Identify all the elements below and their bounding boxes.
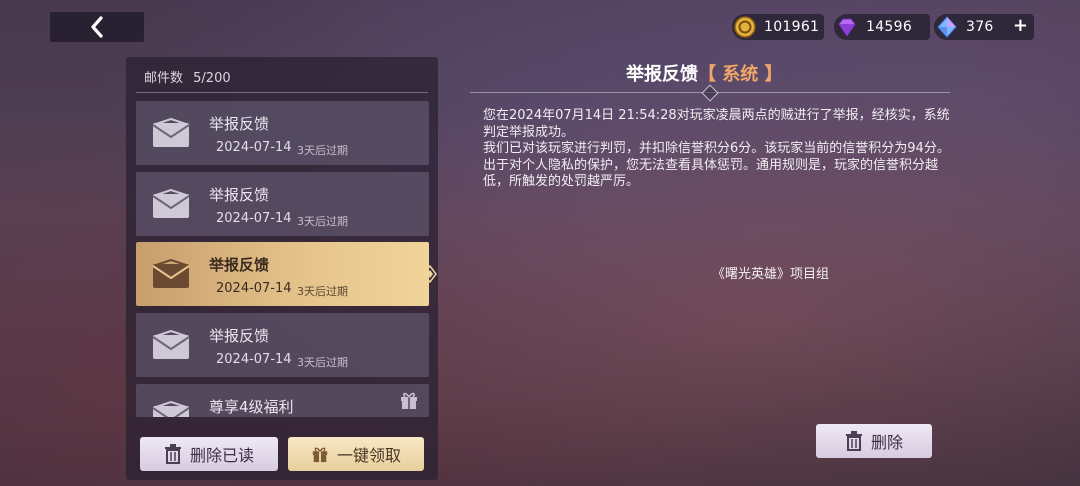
detail-tag: 【 系统 】 [698, 64, 783, 85]
mail-count-label: 邮件数 [144, 71, 184, 86]
content-paragraph: 出于对个人隐私的保护，您无法查看具体惩罚。通用规则是，玩家的信誉积分越低，所触发… [483, 157, 939, 190]
mail-expire: 3天后过期 [297, 215, 348, 228]
mail-title: 举报反馈 [209, 327, 270, 345]
chevron-left-icon [91, 16, 103, 38]
mail-expire: 3天后过期 [297, 144, 348, 157]
blue-gem-value: 376 [966, 19, 994, 35]
delete-button[interactable]: 删除 [816, 424, 932, 458]
blue-diamond-icon [937, 16, 957, 38]
divider [136, 92, 428, 93]
gold-currency: 101961 [732, 14, 824, 40]
content-paragraph: 您在2024年07月14日 21:54:28对玩家凌晨两点的贼进行了举报，经核实… [483, 108, 950, 140]
gift-icon [312, 447, 328, 463]
detail-title-text: 举报反馈 [626, 64, 698, 85]
delete-read-label: 删除已读 [189, 446, 254, 465]
trash-icon [845, 431, 862, 451]
mail-expire: 3天后过期 [297, 285, 348, 298]
mail-date: 2024-07-14 [216, 140, 292, 155]
mail-item[interactable]: 举报反馈 2024-07-14 3天后过期 [136, 172, 429, 236]
mail-date: 2024-07-14 [216, 211, 292, 226]
envelope-icon [136, 242, 206, 306]
purple-diamond-icon [838, 18, 856, 37]
mail-title: 举报反馈 [209, 115, 270, 133]
purple-gem-value: 14596 [866, 19, 913, 35]
mail-item[interactable]: 举报反馈 2024-07-14 3天后过期 [136, 101, 429, 165]
mail-date: 2024-07-14 [216, 352, 292, 367]
envelope-icon [136, 313, 206, 377]
mail-title: 举报反馈 [209, 256, 270, 274]
back-button[interactable] [50, 12, 144, 42]
mail-count: 邮件数 5/200 [144, 67, 231, 86]
mail-item[interactable]: 尊享4级福利 [136, 384, 429, 417]
content-paragraph: 我们已对该玩家进行判罚，并扣除信誉积分6分。该玩家当前的信誉积分为94分。 [483, 141, 950, 157]
claim-all-button[interactable]: 一键领取 [288, 437, 424, 471]
blue-gem-currency: 376 + [934, 14, 1034, 40]
purple-gem-currency: 14596 [834, 14, 930, 40]
mail-expire: 3天后过期 [297, 356, 348, 369]
mail-count-value: 5/200 [193, 71, 231, 86]
mail-list-panel: 邮件数 5/200 举报反馈 2024-07-14 3天后过期 举报反馈 202… [126, 57, 438, 480]
mail-content: 您在2024年07月14日 21:54:28对玩家凌晨两点的贼进行了举报，经核实… [483, 108, 953, 191]
add-currency-button[interactable]: + [1013, 15, 1028, 36]
delete-read-button[interactable]: 删除已读 [140, 437, 278, 471]
gold-coin-icon [734, 16, 756, 38]
detail-title: 举报反馈【 系统 】 [626, 60, 783, 86]
mail-signature: 《曙光英雄》项目组 [712, 267, 830, 282]
gold-value: 101961 [764, 19, 820, 35]
mail-item-selected[interactable]: 举报反馈 2024-07-14 3天后过期 [136, 242, 429, 306]
mail-date: 2024-07-14 [216, 281, 292, 296]
mail-title: 尊享4级福利 [209, 398, 294, 416]
envelope-icon [136, 172, 206, 236]
gift-icon [399, 390, 419, 414]
claim-all-label: 一键领取 [336, 446, 401, 465]
mail-title: 举报反馈 [209, 186, 270, 204]
selected-indicator-icon [423, 264, 437, 284]
mail-item[interactable]: 举报反馈 2024-07-14 3天后过期 [136, 313, 429, 377]
envelope-icon [136, 384, 206, 417]
envelope-icon [136, 101, 206, 165]
trash-icon [164, 444, 181, 464]
delete-label: 删除 [870, 433, 903, 452]
